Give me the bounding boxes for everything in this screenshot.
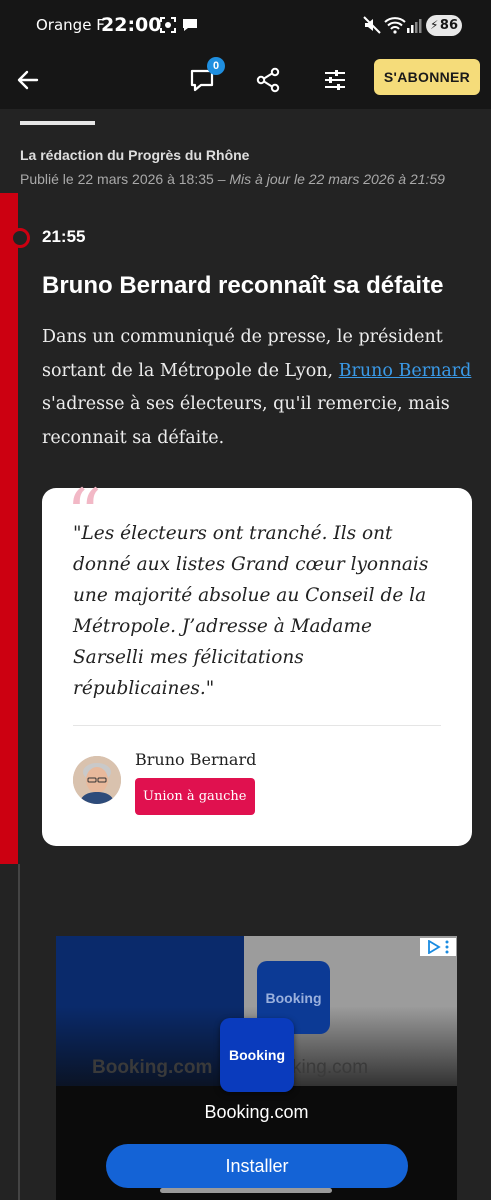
app-toolbar: 0 S'ABONNER (0, 52, 491, 109)
share-button[interactable] (250, 62, 286, 98)
navigation-handle[interactable] (160, 1188, 332, 1193)
more-vertical-icon (445, 940, 449, 954)
battery-level: 86 (439, 18, 458, 33)
published-date: Publié le 22 mars 2026 à 18:35 (20, 171, 214, 187)
booking-app-icon: Booking (220, 1018, 294, 1092)
sliders-icon (325, 70, 345, 90)
timeline-line (18, 864, 20, 1200)
entry-title: Bruno Bernard reconnaît sa défaite (42, 272, 444, 299)
chat-notification-icon (180, 15, 200, 35)
carrier-label: Orange F (36, 16, 105, 34)
advertisement[interactable]: Booking.com king.com Booking Booking Boo… (56, 936, 457, 1200)
share-icon (256, 67, 280, 93)
screenshot-icon (158, 15, 178, 35)
entry-body: Dans un communiqué de presse, le préside… (42, 321, 472, 455)
mute-icon (362, 15, 382, 35)
comment-count-badge: 0 (207, 57, 225, 75)
timeline-dot (10, 228, 30, 248)
date-separator: – (213, 171, 230, 187)
clock: 22:00 (101, 14, 162, 36)
quote-text: "Les électeurs ont tranché. Ils ont donn… (73, 523, 429, 699)
arrow-left-icon (17, 70, 39, 90)
timeline-accent-bar (0, 193, 18, 864)
install-button[interactable]: Installer (106, 1144, 408, 1188)
updated-date: Mis à jour le 22 mars 2026 à 21:59 (229, 171, 445, 187)
signal-icon (406, 15, 426, 35)
ad-background-brand: Booking.com (92, 1057, 213, 1078)
avatar (73, 756, 121, 804)
entry-body-text-end: s'adresse à ses électeurs, qu'il remerci… (42, 394, 450, 448)
quote-author-name: Bruno Bernard (135, 750, 257, 769)
status-bar: Orange F 22:00 ⚡ 86 (0, 0, 491, 52)
battery-indicator: ⚡ 86 (426, 15, 462, 36)
bruno-bernard-link[interactable]: Bruno Bernard (339, 361, 472, 381)
ad-app-name: Booking.com (204, 1102, 309, 1122)
quote-divider (73, 725, 441, 726)
publication-date: Publié le 22 mars 2026 à 18:35 – Mis à j… (20, 171, 445, 187)
quote-card: “ "Les électeurs ont tranché. Ils ont do… (42, 480, 472, 846)
settings-button[interactable] (317, 62, 353, 98)
entry-time: 21:55 (42, 227, 86, 246)
ad-background-brand-right: king.com (292, 1057, 369, 1078)
ad-choices-button[interactable] (420, 938, 456, 956)
back-button[interactable] (10, 62, 46, 98)
wifi-icon (384, 15, 406, 35)
subscribe-button[interactable]: S'ABONNER (374, 59, 480, 95)
ad-choices-icon (428, 940, 441, 954)
header-rule (20, 121, 95, 125)
article-author: La rédaction du Progrès du Rhône (20, 147, 250, 163)
party-badge: Union à gauche (135, 778, 255, 815)
charging-icon: ⚡ (430, 18, 439, 32)
